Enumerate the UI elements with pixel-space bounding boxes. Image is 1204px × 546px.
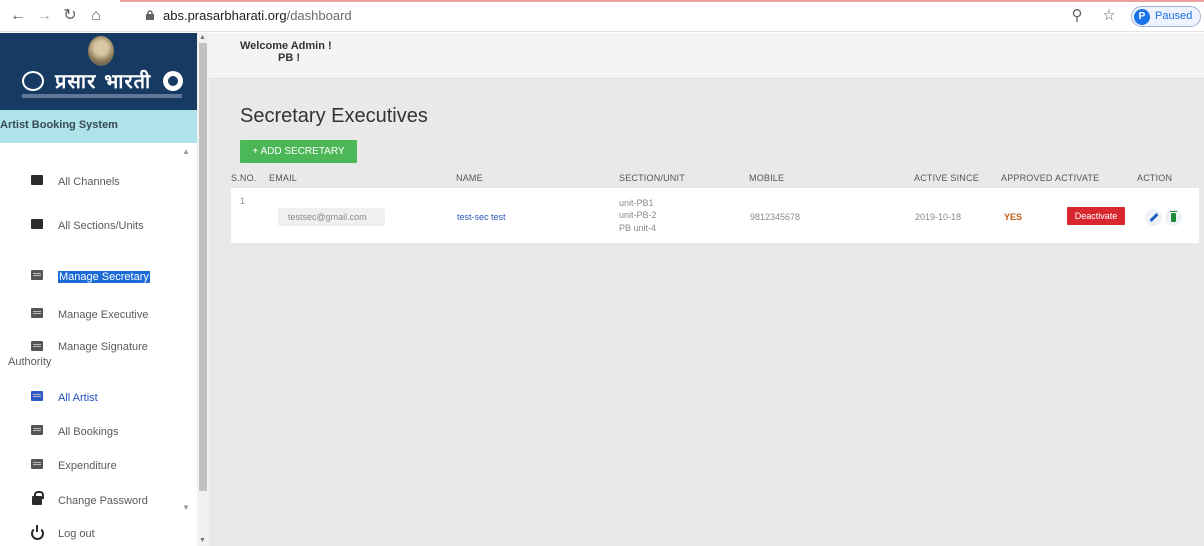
cell-mobile: 9812345678 (750, 212, 801, 222)
system-title: Artist Booking System (0, 119, 118, 131)
logo[interactable]: प्रसार भारती (0, 33, 197, 110)
document-icon (31, 219, 43, 229)
sidebar-item-label: All Sections/Units (58, 220, 144, 232)
logo-mark-icon (22, 71, 44, 91)
top-header: Welcome Admin ! PB ! (209, 33, 1204, 79)
table-icon (31, 308, 43, 318)
forward-icon[interactable]: → (34, 6, 54, 26)
scroll-thumb[interactable] (199, 43, 207, 491)
edit-button[interactable] (1145, 209, 1162, 226)
column-header-approved: APPROVED (1001, 173, 1053, 183)
table-icon (31, 391, 43, 401)
sidebar-item-label: Manage Executive (58, 309, 149, 321)
zoom-icon[interactable]: ⚲ (1068, 7, 1086, 25)
deactivate-button[interactable]: Deactivate (1067, 207, 1125, 225)
browser-toolbar: ← → ↻ ⌂ abs.prasarbharati.org/dashboard … (0, 0, 1204, 32)
url-path: /dashboard (286, 8, 352, 23)
emblem-icon (88, 36, 114, 66)
sidebar-item-manage-signature-authority[interactable]: Manage Signature Authority (0, 341, 190, 373)
sidebar-item-label: Manage Signature (58, 341, 148, 353)
sidebar-item-label: All Bookings (58, 426, 119, 438)
table-icon (31, 459, 43, 469)
lock-icon (146, 10, 154, 20)
cell-section: unit-PB1 (619, 198, 654, 208)
column-header-action: ACTION (1137, 173, 1173, 183)
sidebar-item-label: Expenditure (58, 460, 117, 472)
pencil-icon (1149, 212, 1159, 223)
column-header-email: EMAIL (269, 173, 298, 183)
table-icon (31, 425, 43, 435)
system-title-bar: Artist Booking System (0, 110, 197, 143)
sidebar-item-label: Change Password (58, 495, 148, 507)
table-icon (31, 341, 43, 351)
column-header-mobile: MOBILE (749, 173, 785, 183)
sidebar-item-label: All Channels (58, 176, 120, 188)
logo-text: प्रसार भारती (55, 69, 152, 93)
home-icon[interactable]: ⌂ (86, 6, 106, 26)
reload-icon[interactable]: ↻ (60, 6, 80, 26)
sidebar-item-label-continued: Authority (8, 356, 52, 368)
page-scrollbar[interactable]: ▲ ▼ (197, 33, 209, 546)
sidebar-scroll-up-icon[interactable]: ▲ (182, 147, 190, 156)
lock-icon (32, 491, 44, 505)
page-load-progress (120, 0, 1204, 2)
add-secretary-button[interactable]: + ADD SECRETARY (240, 140, 357, 163)
cell-name-link[interactable]: test-sec test (457, 212, 506, 222)
column-header-activate: ACTIVATE (1055, 173, 1100, 183)
cell-sno: 1 (240, 196, 246, 206)
star-icon[interactable]: ☆ (1100, 7, 1118, 25)
trash-icon (1170, 211, 1177, 222)
avatar: P (1134, 9, 1150, 25)
cell-section: unit-PB-2 (619, 210, 657, 220)
scroll-up-icon[interactable]: ▲ (199, 34, 206, 41)
address-bar[interactable]: abs.prasarbharati.org/dashboard (145, 5, 445, 27)
cell-email: testsec@gmail.com (288, 212, 367, 222)
sidebar-scroll-down-icon[interactable]: ▼ (182, 503, 190, 512)
url-host: abs.prasarbharati.org (163, 8, 287, 23)
scroll-down-icon[interactable]: ▼ (199, 537, 206, 544)
sidebar-item-label: All Artist (58, 392, 98, 404)
welcome-subtext: PB ! (278, 52, 300, 64)
sidebar: प्रसार भारती Artist Booking System ▲ All… (0, 33, 197, 546)
column-header-name: NAME (456, 173, 483, 183)
cell-active-since: 2019-10-18 (915, 212, 962, 222)
profile-status: Paused (1155, 10, 1193, 22)
column-header-active-since: ACTIVE SINCE (914, 173, 979, 183)
sidebar-item-label: Manage Secretary (58, 271, 150, 283)
column-header-section-unit: SECTION/UNIT (619, 173, 685, 183)
column-header-sno: S.NO. (231, 173, 257, 183)
sidebar-item-label: Log out (58, 528, 95, 540)
document-icon (31, 175, 43, 185)
cell-section: PB unit-4 (619, 223, 657, 233)
doordarshan-eye-icon (163, 71, 183, 91)
delete-button[interactable] (1165, 209, 1182, 226)
power-icon (31, 525, 44, 540)
cell-approved: YES (1004, 212, 1023, 222)
page-title: Secretary Executives (240, 105, 428, 127)
table-row: 1 testsec@gmail.com test-sec test unit-P… (231, 188, 1199, 243)
back-icon[interactable]: ← (8, 6, 28, 26)
logo-tagline (22, 94, 182, 98)
table-icon (31, 270, 43, 280)
main-content: Welcome Admin ! PB ! Secretary Executive… (209, 33, 1204, 546)
welcome-text: Welcome Admin ! (240, 40, 332, 52)
profile-button[interactable]: P Paused (1131, 6, 1201, 27)
